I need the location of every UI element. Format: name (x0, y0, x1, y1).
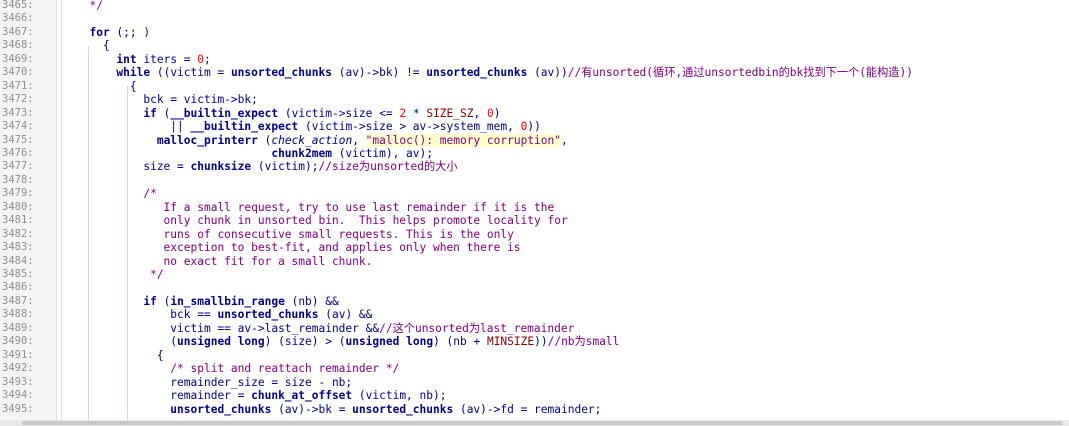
line-number: 3473: (2, 106, 34, 119)
line-number: 3483: (2, 241, 34, 254)
code-line[interactable]: 3470: while ((victim = unsorted_chunks (… (0, 66, 1069, 79)
code-line[interactable]: 3465: */ (0, 0, 1069, 12)
line-number: 3467: (2, 25, 34, 38)
line-number: 3491: (2, 348, 34, 361)
code-text[interactable]: unsorted_chunks (av)->bk = unsorted_chun… (76, 403, 601, 416)
code-text[interactable]: */ (76, 268, 163, 281)
code-line[interactable]: 3494: remainder = chunk_at_offset (victi… (0, 389, 1069, 402)
code-line[interactable]: 3468: { (0, 39, 1069, 52)
code-line[interactable]: 3495: unsorted_chunks (av)->bk = unsorte… (0, 403, 1069, 416)
code-text[interactable]: only chunk in unsorted bin. This helps p… (76, 214, 568, 227)
line-number: 3468: (2, 39, 34, 52)
code-text[interactable]: chunk2mem (victim), av); (76, 147, 433, 160)
code-text[interactable]: || __builtin_expect (victim->size > av->… (76, 120, 541, 133)
code-line[interactable]: 3489: victim == av->last_remainder &&//这… (0, 322, 1069, 335)
code-line[interactable]: 3482: runs of consecutive small requests… (0, 228, 1069, 241)
code-line[interactable]: 3493: remainder_size = size - nb; (0, 376, 1069, 389)
code-text[interactable]: remainder_size = size - nb; (76, 376, 352, 389)
code-text[interactable]: if (in_smallbin_range (nb) && (76, 295, 338, 308)
code-text[interactable]: /* (76, 187, 156, 200)
code-line[interactable]: 3471: { (0, 80, 1069, 93)
line-number: 3490: (2, 335, 34, 348)
code-line[interactable]: 3472: bck = victim->bk; (0, 93, 1069, 106)
line-number: 3482: (2, 227, 34, 240)
code-text[interactable]: while ((victim = unsorted_chunks (av)->b… (76, 66, 913, 79)
code-text[interactable]: runs of consecutive small requests. This… (76, 228, 514, 241)
code-line[interactable]: 3492: /* split and reattach remainder */ (0, 362, 1069, 375)
line-number: 3495: (2, 402, 34, 415)
code-line[interactable]: 3478: (0, 174, 1069, 187)
code-line[interactable]: 3488: bck == unsorted_chunks (av) && (0, 308, 1069, 321)
code-text[interactable]: for (;; ) (76, 26, 150, 39)
code-text[interactable]: { (76, 80, 137, 93)
line-number: 3465: (2, 0, 34, 11)
line-number: 3479: (2, 187, 34, 200)
code-line[interactable]: 3486: (0, 281, 1069, 294)
line-number: 3470: (2, 66, 34, 79)
code-text[interactable]: if (__builtin_expect (victim->size <= 2 … (76, 107, 500, 120)
line-number: 3494: (2, 389, 34, 402)
code-text[interactable]: /* split and reattach remainder */ (76, 362, 399, 375)
code-text[interactable]: remainder = chunk_at_offset (victim, nb)… (76, 389, 446, 402)
code-text[interactable]: bck == unsorted_chunks (av) && (76, 308, 372, 321)
line-number: 3484: (2, 254, 34, 267)
line-number: 3478: (2, 173, 34, 186)
code-line[interactable]: 3473: if (__builtin_expect (victim->size… (0, 107, 1069, 120)
code-line[interactable]: 3491: { (0, 349, 1069, 362)
line-number: 3487: (2, 294, 34, 307)
code-text[interactable]: size = chunksize (victim);//size为unsorte… (76, 160, 457, 173)
code-editor[interactable]: 3465: */3466: 3467: for (;; ) 3468: {3469:… (0, 0, 1069, 426)
line-number: 3492: (2, 362, 34, 375)
code-line[interactable]: 3476: chunk2mem (victim), av); (0, 147, 1069, 160)
code-line[interactable]: 3474: || __builtin_expect (victim->size … (0, 120, 1069, 133)
code-line[interactable]: 3484: no exact fit for a small chunk. (0, 255, 1069, 268)
code-text[interactable]: (unsigned long) (size) > (unsigned long)… (76, 335, 619, 348)
code-text[interactable]: exception to best-fit, and applies only … (76, 241, 521, 254)
code-text[interactable]: int iters = 0; (76, 53, 210, 66)
code-text[interactable]: { (76, 349, 164, 362)
code-line[interactable]: 3467: for (;; ) (0, 26, 1069, 39)
line-number: 3471: (2, 79, 34, 92)
line-number: 3476: (2, 146, 34, 159)
line-number: 3469: (2, 52, 34, 65)
line-number: 3480: (2, 200, 34, 213)
line-number: 3486: (2, 281, 34, 294)
line-number: 3485: (2, 268, 34, 280)
scrollbar-thumb[interactable] (22, 421, 1062, 425)
code-text[interactable]: If a small request, try to use last rema… (76, 201, 555, 214)
code-line[interactable]: 3483: exception to best-fit, and applies… (0, 241, 1069, 254)
code-line[interactable]: 3490: (unsigned long) (size) > (unsigned… (0, 335, 1069, 348)
code-line[interactable]: 3469: int iters = 0; (0, 53, 1069, 66)
code-text[interactable]: bck = victim->bk; (76, 93, 258, 106)
code-text[interactable]: */ (76, 0, 102, 12)
code-line[interactable]: 3466: (0, 12, 1069, 25)
line-number: 3466: (2, 12, 34, 25)
code-line[interactable]: 3479: /* (0, 187, 1069, 200)
line-number: 3475: (2, 133, 34, 146)
code-line[interactable]: 3477: size = chunksize (victim);//size为u… (0, 160, 1069, 173)
line-number: 3477: (2, 160, 34, 173)
code-text[interactable]: { (76, 39, 110, 52)
code-line[interactable]: 3485: */ (0, 268, 1069, 281)
code-text[interactable]: victim == av->last_remainder &&//这个unsor… (76, 322, 574, 335)
code-line[interactable]: 3481: only chunk in unsorted bin. This h… (0, 214, 1069, 227)
line-number: 3488: (2, 308, 34, 321)
code-text[interactable]: malloc_printerr (check_action, "malloc()… (76, 133, 568, 147)
code-line[interactable]: 3475: malloc_printerr (check_action, "ma… (0, 133, 1069, 147)
code-text[interactable]: no exact fit for a small chunk. (76, 255, 373, 268)
line-number: 3474: (2, 120, 34, 133)
code-line[interactable]: 3480: If a small request, try to use las… (0, 201, 1069, 214)
line-number: 3472: (2, 93, 34, 106)
line-number: 3481: (2, 214, 34, 227)
code-line[interactable]: 3487: if (in_smallbin_range (nb) && (0, 295, 1069, 308)
line-number: 3493: (2, 375, 34, 388)
line-number: 3489: (2, 321, 34, 334)
horizontal-scrollbar[interactable] (0, 420, 1069, 426)
